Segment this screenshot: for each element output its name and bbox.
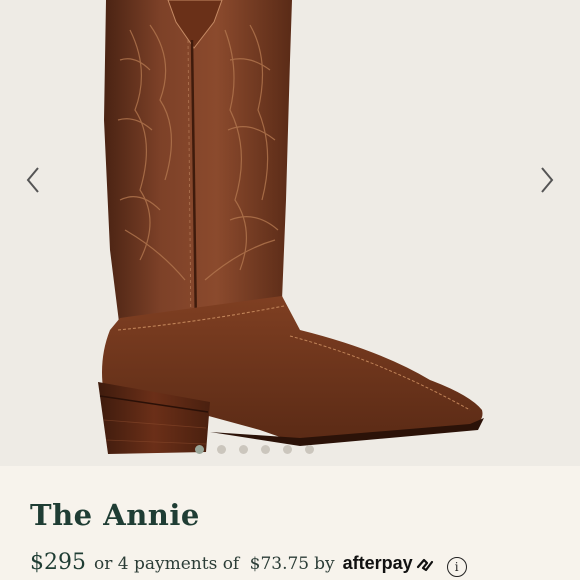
- product-title: The Annie: [30, 498, 200, 532]
- product-price: $295: [30, 550, 86, 575]
- carousel-dot[interactable]: [239, 445, 248, 454]
- carousel-dot[interactable]: [217, 445, 226, 454]
- product-info: The Annie $295 or 4 payments of $73.75 by…: [0, 466, 580, 580]
- carousel-dot[interactable]: [283, 445, 292, 454]
- chevron-left-icon: [26, 167, 39, 193]
- chevron-right-icon: [541, 167, 554, 193]
- installment-text: or 4 payments of $73.75 by: [94, 554, 335, 574]
- installment-amount: $73.75: [249, 554, 310, 574]
- carousel-dot[interactable]: [195, 445, 204, 454]
- product-image-gallery[interactable]: [0, 0, 580, 466]
- afterpay-wordmark: afterpay: [342, 553, 413, 573]
- carousel-dot[interactable]: [261, 445, 270, 454]
- afterpay-arrows-icon: [416, 558, 433, 571]
- next-image-button[interactable]: [532, 160, 562, 200]
- afterpay-logo: afterpay: [343, 553, 435, 574]
- installment-by: by: [314, 554, 335, 574]
- boot-photo: [98, 0, 484, 454]
- carousel-dots: [195, 445, 314, 454]
- previous-image-button[interactable]: [18, 160, 48, 200]
- info-icon[interactable]: i: [446, 557, 467, 577]
- carousel-dot[interactable]: [305, 445, 314, 454]
- price-row: $295 or 4 payments of $73.75 by afterpay …: [30, 550, 467, 577]
- installment-prefix: or 4 payments of: [94, 554, 240, 574]
